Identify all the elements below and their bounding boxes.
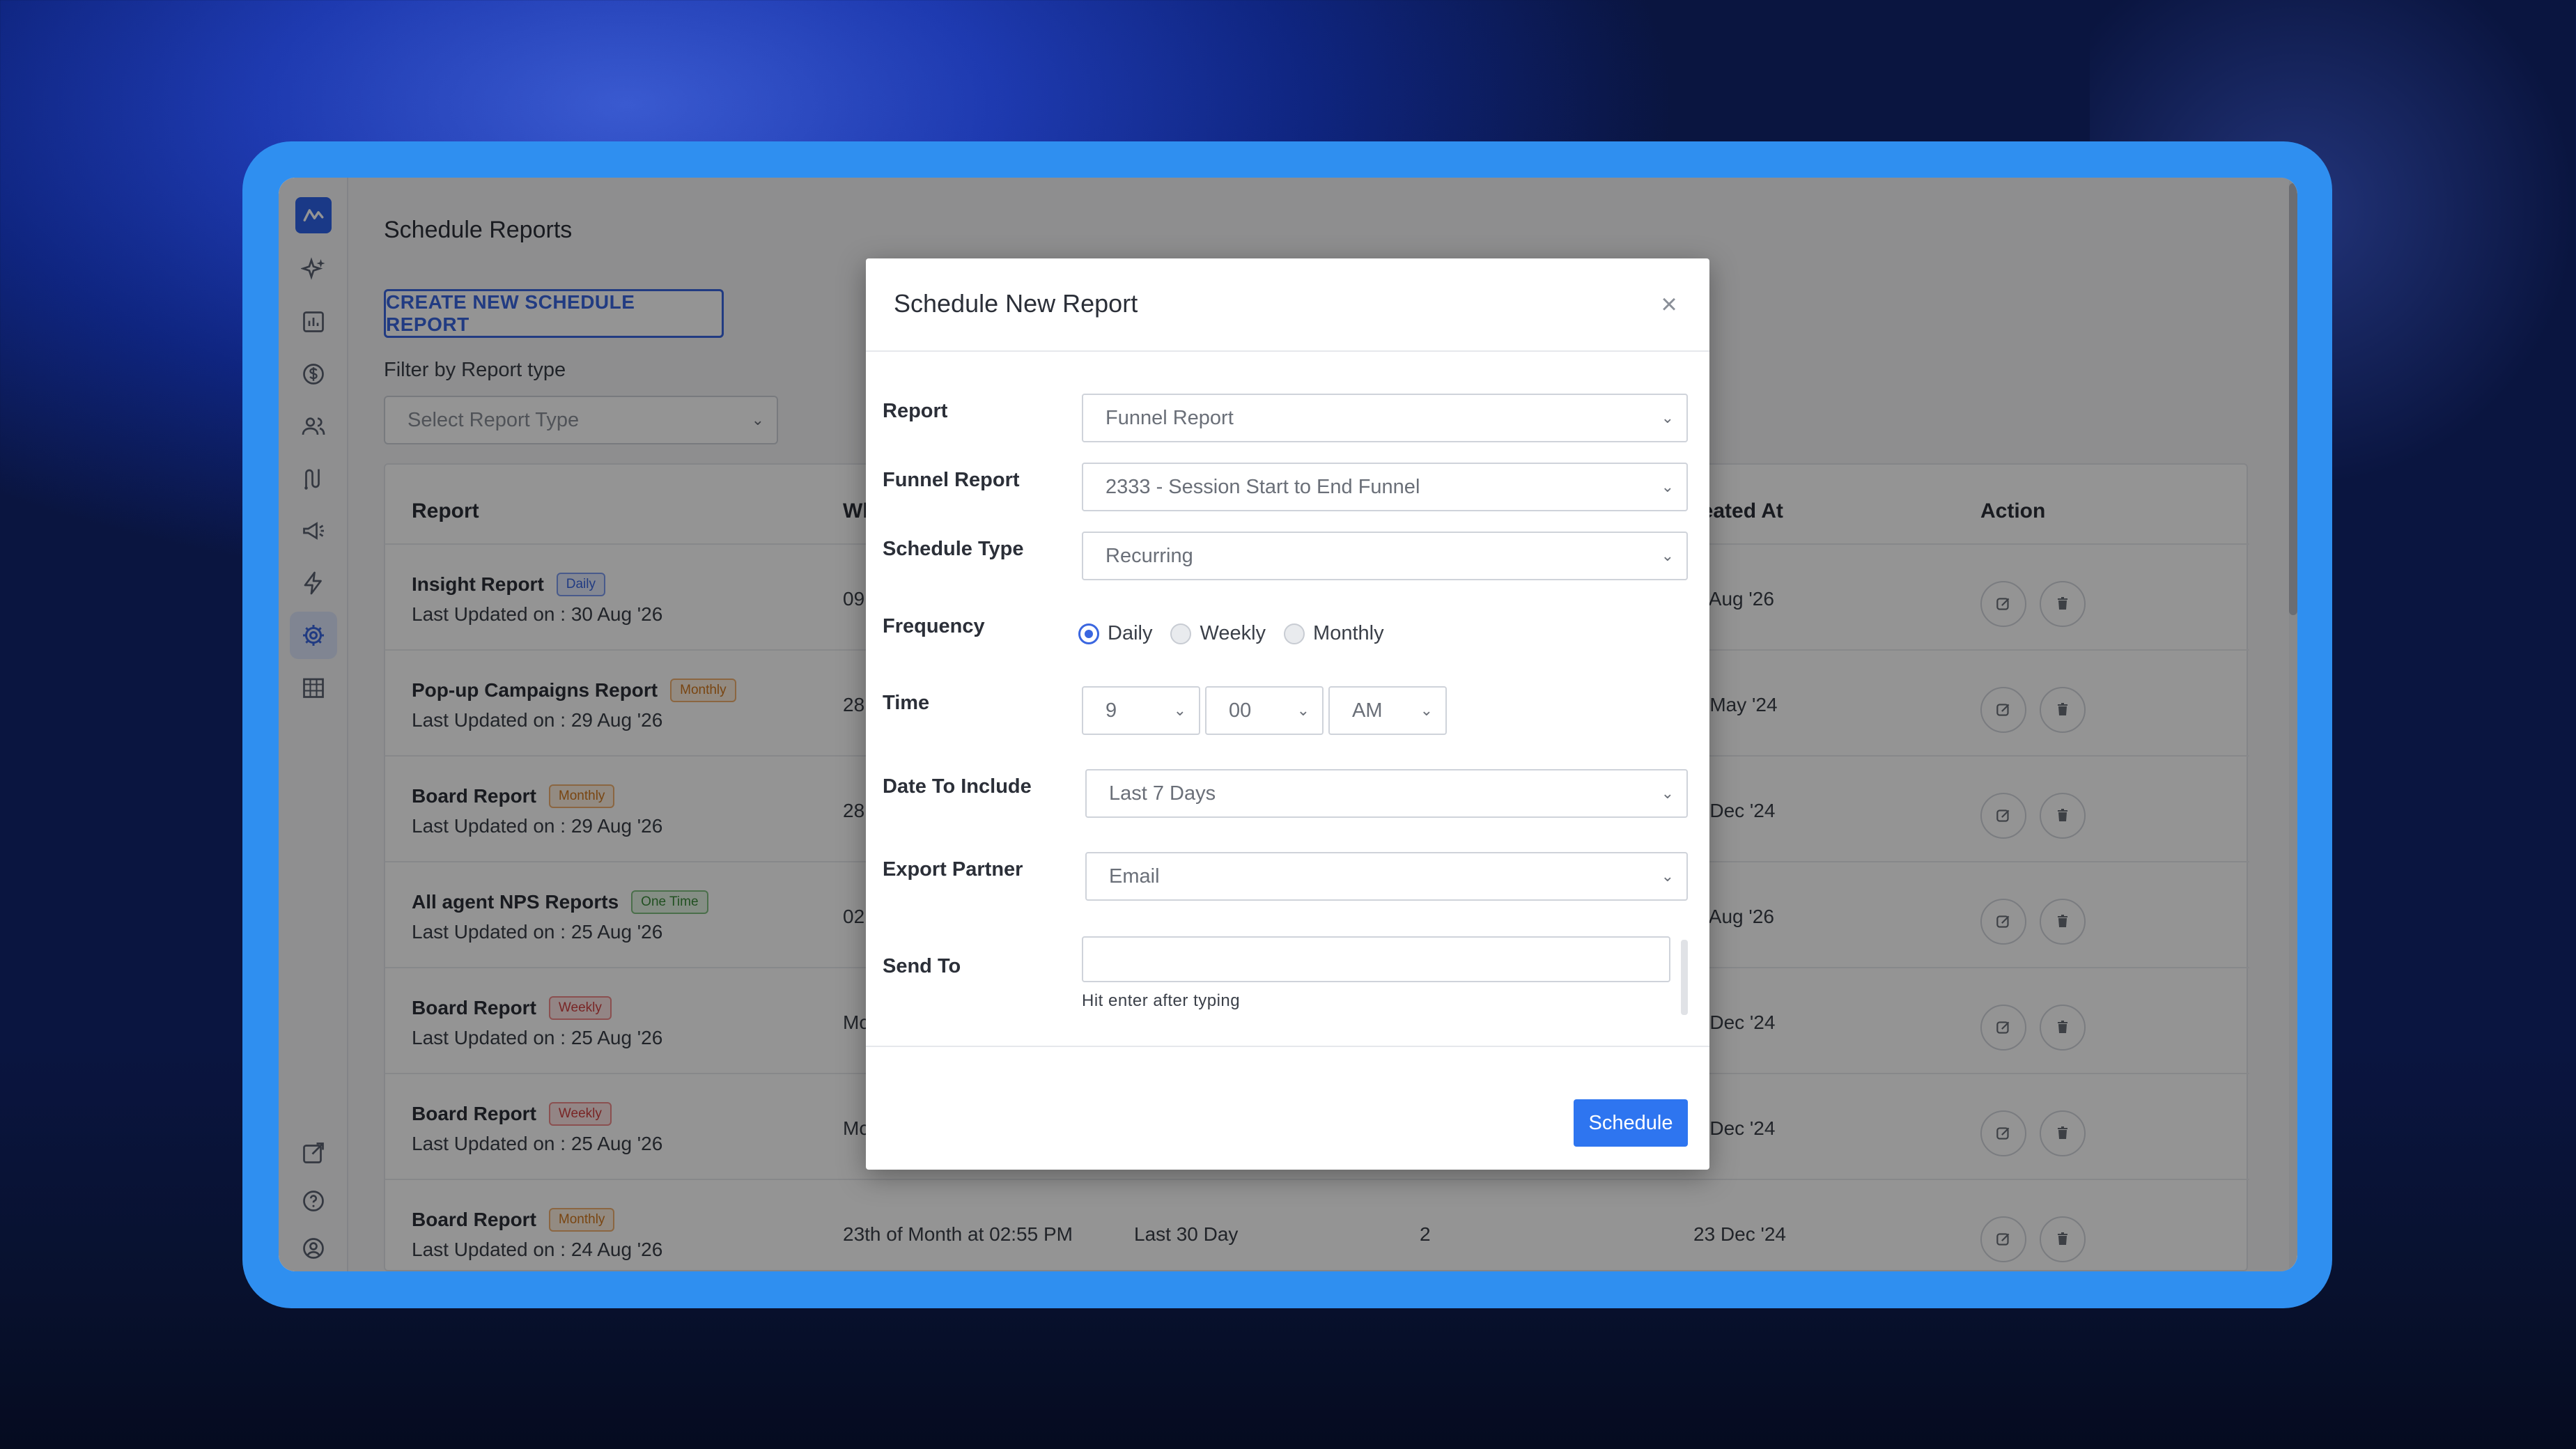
radio-monthly-label: Monthly xyxy=(1313,622,1384,644)
frequency-option-daily[interactable]: Daily xyxy=(1078,622,1152,645)
report-label: Report xyxy=(883,400,948,422)
frequency-label: Frequency xyxy=(883,615,985,637)
chevron-down-icon: ⌄ xyxy=(1661,784,1674,802)
time-ampm-value: AM xyxy=(1352,699,1383,722)
date-to-include-label: Date To Include xyxy=(883,775,1032,798)
chevron-down-icon: ⌄ xyxy=(1296,702,1310,719)
time-label: Time xyxy=(883,692,930,714)
app-screen: Schedule Reports CREATE NEW SCHEDULE REP… xyxy=(279,178,2297,1271)
report-select-value: Funnel Report xyxy=(1105,406,1234,429)
chevron-down-icon: ⌄ xyxy=(1661,478,1674,495)
schedule-type-select-value: Recurring xyxy=(1105,544,1193,567)
radio-weekly-label: Weekly xyxy=(1200,622,1266,644)
radio-monthly[interactable] xyxy=(1284,623,1305,644)
time-minute-value: 00 xyxy=(1229,699,1252,722)
radio-daily-label: Daily xyxy=(1108,622,1153,644)
export-partner-select[interactable]: Email ⌄ xyxy=(1085,852,1688,901)
frequency-option-weekly[interactable]: Weekly xyxy=(1170,622,1266,645)
form-scrollbar[interactable] xyxy=(1681,940,1688,1015)
schedule-new-report-modal: Schedule New Report × Report Funnel Repo… xyxy=(866,258,1709,1170)
date-to-include-value: Last 7 Days xyxy=(1109,782,1216,805)
frequency-option-monthly[interactable]: Monthly xyxy=(1284,622,1384,645)
time-ampm-select[interactable]: AM ⌄ xyxy=(1328,686,1447,735)
schedule-type-label: Schedule Type xyxy=(883,538,1024,560)
time-hour-value: 9 xyxy=(1105,699,1117,722)
date-to-include-select[interactable]: Last 7 Days ⌄ xyxy=(1085,769,1688,818)
chevron-down-icon: ⌄ xyxy=(1661,867,1674,885)
chevron-down-icon: ⌄ xyxy=(1661,547,1674,564)
chevron-down-icon: ⌄ xyxy=(1173,702,1186,719)
funnel-report-label: Funnel Report xyxy=(883,469,1020,491)
frequency-radio-group: Daily Weekly Monthly xyxy=(1078,622,1384,645)
modal-header-divider xyxy=(866,350,1709,352)
close-icon[interactable]: × xyxy=(1654,289,1684,320)
modal-title: Schedule New Report xyxy=(894,289,1138,318)
schedule-button[interactable]: Schedule xyxy=(1574,1099,1688,1147)
radio-weekly[interactable] xyxy=(1170,623,1192,644)
send-to-label: Send To xyxy=(883,955,961,977)
chevron-down-icon: ⌄ xyxy=(1661,409,1674,426)
funnel-report-select[interactable]: 2333 - Session Start to End Funnel ⌄ xyxy=(1082,463,1688,511)
funnel-report-select-value: 2333 - Session Start to End Funnel xyxy=(1105,475,1420,498)
send-to-input[interactable] xyxy=(1082,936,1670,982)
schedule-type-select[interactable]: Recurring ⌄ xyxy=(1082,532,1688,580)
time-minute-select[interactable]: 00 ⌄ xyxy=(1205,686,1324,735)
time-hour-select[interactable]: 9 ⌄ xyxy=(1082,686,1200,735)
report-select[interactable]: Funnel Report ⌄ xyxy=(1082,394,1688,442)
chevron-down-icon: ⌄ xyxy=(1420,702,1433,719)
export-partner-value: Email xyxy=(1109,865,1160,888)
radio-daily[interactable] xyxy=(1078,623,1099,644)
send-to-hint: Hit enter after typing xyxy=(1082,991,1241,1010)
export-partner-label: Export Partner xyxy=(883,858,1023,881)
modal-footer-divider xyxy=(866,1046,1709,1047)
